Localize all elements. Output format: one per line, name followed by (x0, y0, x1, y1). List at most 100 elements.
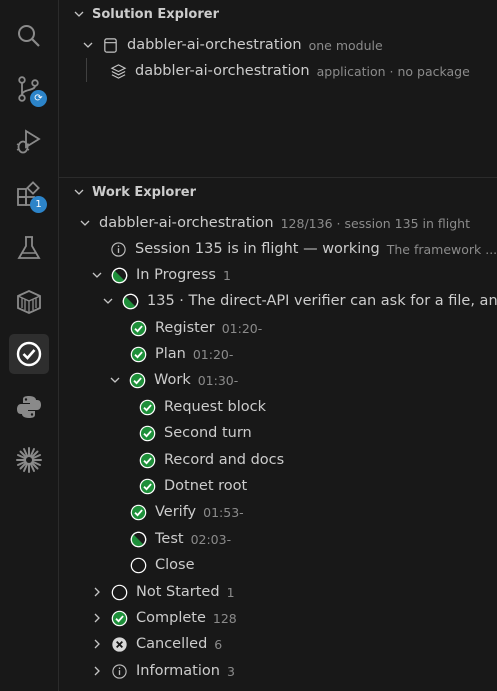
source-control-icon[interactable]: ⟳ (9, 69, 49, 109)
complete-group[interactable]: Complete 128 (59, 605, 497, 631)
in-progress-icon (130, 531, 147, 548)
sparkle-icon[interactable] (9, 440, 49, 480)
step-work[interactable]: Work 01:30- (59, 367, 497, 393)
complete-icon (129, 372, 146, 389)
step-register[interactable]: Register 01:20- (59, 315, 497, 341)
chevron-down-icon (102, 295, 114, 307)
sync-badge-icon: ⟳ (30, 90, 47, 107)
in-progress-icon (122, 293, 139, 310)
work-root-item[interactable]: dabbler-ai-orchestration 128/136 · sessi… (59, 210, 497, 236)
substep-record-and-docs[interactable]: Record and docs (59, 447, 497, 473)
solution-root-item[interactable]: dabbler-ai-orchestration one module (59, 32, 497, 58)
info-icon (111, 663, 128, 680)
chevron-right-icon (91, 638, 103, 650)
group-label: Cancelled (136, 636, 208, 652)
step-time: 01:53- (203, 504, 244, 520)
step-label: Plan (155, 346, 186, 362)
chevron-down-icon (91, 269, 103, 281)
python-icon[interactable] (9, 387, 49, 427)
section-divider (59, 177, 497, 178)
solution-child-item[interactable]: dabbler-ai-orchestration application · n… (59, 58, 497, 84)
step-time: 01:20- (192, 346, 234, 362)
work-explorer-header[interactable]: Work Explorer (73, 181, 196, 203)
information-group[interactable]: Information 3 (59, 658, 497, 684)
step-label: Register (155, 320, 215, 336)
group-count: 128 (212, 610, 237, 626)
layers-icon (110, 63, 127, 79)
cancelled-group[interactable]: Cancelled 6 (59, 631, 497, 657)
complete-icon (130, 346, 147, 363)
work-root-label: dabbler-ai-orchestration (99, 215, 274, 231)
chevron-down-icon (73, 8, 85, 20)
chevron-right-icon (91, 612, 103, 624)
chevron-down-icon (73, 186, 85, 198)
in-progress-icon (111, 267, 128, 284)
module-icon (104, 37, 117, 53)
step-close[interactable]: Close (59, 552, 497, 578)
complete-icon (139, 478, 156, 495)
substep-label: Dotnet root (164, 478, 248, 494)
step-label: Work (154, 372, 191, 388)
group-count: 1 (226, 584, 235, 600)
solution-child-description: application · no package (316, 63, 470, 79)
chevron-down-icon (82, 39, 94, 51)
cancelled-icon (111, 636, 128, 653)
solution-root-label: dabbler-ai-orchestration (127, 37, 302, 53)
solution-explorer-header[interactable]: Solution Explorer (73, 3, 219, 25)
substep-dotnet-root[interactable]: Dotnet root (59, 473, 497, 499)
search-icon[interactable] (9, 16, 49, 56)
chevron-right-icon (91, 586, 103, 598)
substep-request-block[interactable]: Request block (59, 394, 497, 420)
step-test[interactable]: Test 02:03- (59, 526, 497, 552)
substep-label: Record and docs (164, 452, 285, 468)
not-started-group[interactable]: Not Started 1 (59, 579, 497, 605)
session-info-label: Session 135 is in flight — working (135, 241, 380, 257)
session-135-label: 135 · The direct-API verifier can ask fo… (147, 293, 497, 309)
extensions-badge: 1 (30, 196, 47, 213)
step-plan[interactable]: Plan 01:20- (59, 341, 497, 367)
step-label: Verify (155, 504, 197, 520)
chevron-down-icon (109, 374, 121, 386)
in-progress-label: In Progress (136, 267, 216, 283)
complete-icon (130, 320, 147, 337)
group-count: 3 (226, 663, 235, 679)
complete-icon (139, 399, 156, 416)
substep-second-turn[interactable]: Second turn (59, 420, 497, 446)
chevron-right-icon (91, 665, 103, 677)
run-debug-icon[interactable] (9, 122, 49, 162)
work-check-icon[interactable] (9, 334, 49, 374)
in-progress-count: 1 (222, 267, 231, 283)
complete-icon (111, 610, 128, 627)
info-icon (110, 241, 127, 258)
activity-bar: ⟳ 1 (0, 0, 59, 691)
complete-icon (139, 425, 156, 442)
chevron-down-icon (79, 217, 91, 229)
extensions-icon[interactable]: 1 (9, 175, 49, 215)
step-time: 02:03- (190, 531, 232, 547)
solution-root-description: one module (308, 37, 383, 53)
group-label: Complete (136, 610, 206, 626)
step-label: Close (155, 557, 195, 573)
not-started-icon (111, 584, 128, 601)
step-verify[interactable]: Verify 01:53- (59, 499, 497, 525)
testing-icon[interactable] (9, 228, 49, 268)
substep-label: Second turn (164, 425, 252, 441)
complete-icon (130, 504, 147, 521)
group-label: Information (136, 663, 220, 679)
step-time: 01:20- (221, 320, 263, 336)
session-info-description: The framework ... (386, 241, 497, 257)
session-info-item[interactable]: Session 135 is in flight — working The f… (59, 236, 497, 262)
not-started-icon (130, 557, 147, 574)
group-count: 6 (214, 636, 223, 652)
substep-label: Request block (164, 399, 266, 415)
group-label: Not Started (136, 584, 220, 600)
side-panel: Solution Explorer dabbler-ai-orchestrati… (59, 0, 497, 691)
solution-child-label: dabbler-ai-orchestration (135, 63, 310, 79)
containers-icon[interactable] (9, 281, 49, 321)
session-135-item[interactable]: 135 · The direct-API verifier can ask fo… (59, 288, 497, 314)
in-progress-group[interactable]: In Progress 1 (59, 262, 497, 288)
step-label: Test (155, 531, 184, 547)
step-time: 01:30- (197, 372, 239, 388)
work-root-description: 128/136 · session 135 in flight (280, 215, 470, 231)
complete-icon (139, 452, 156, 469)
